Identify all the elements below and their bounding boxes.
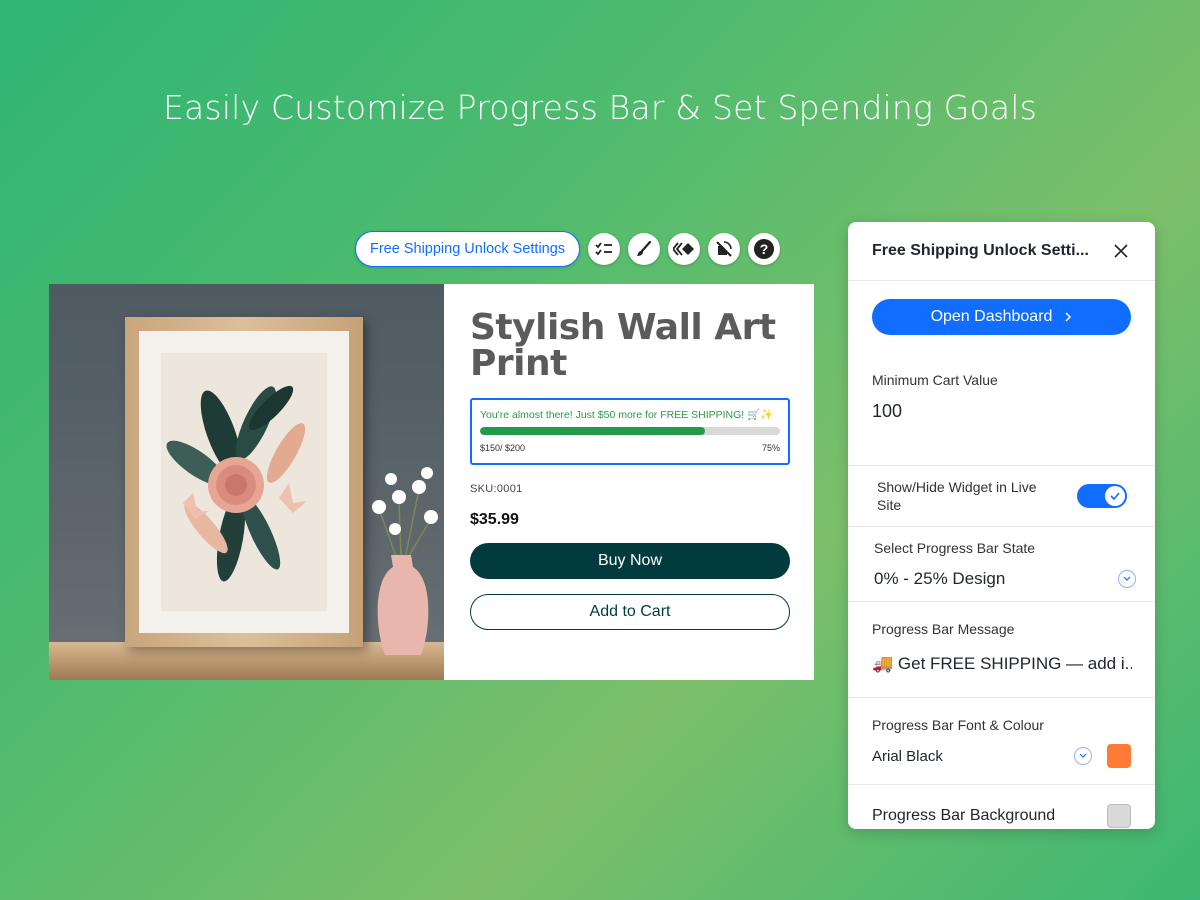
state-label: Select Progress Bar State (874, 540, 1036, 556)
open-dashboard-button[interactable]: Open Dashboard (872, 299, 1131, 335)
picture-frame (125, 317, 363, 647)
font-section: Progress Bar Font & Colour Arial Black (848, 698, 1155, 785)
no-signal-icon[interactable] (708, 233, 741, 265)
product-image (49, 284, 444, 680)
message-input[interactable]: 🚚 Get FREE SHIPPING — add i... (872, 654, 1132, 674)
show-hide-toggle[interactable] (1077, 484, 1127, 508)
progress-percent: 75% (761, 443, 780, 453)
show-hide-section: Show/Hide Widget in Live Site (848, 466, 1155, 527)
message-section: Progress Bar Message 🚚 Get FREE SHIPPING… (848, 602, 1155, 698)
shipping-progress-widget[interactable]: You're almost there! Just $50 more for F… (470, 398, 790, 465)
progress-amount: $150/ $200 (480, 443, 526, 453)
min-cart-label: Minimum Cart Value (872, 372, 998, 388)
widget-toolbar: Free Shipping Unlock Settings ? (355, 231, 781, 267)
message-label: Progress Bar Message (872, 621, 1015, 637)
product-price: $35.99 (470, 511, 519, 528)
progress-message: You're almost there! Just $50 more for F… (480, 409, 774, 421)
settings-panel: Free Shipping Unlock Setti... Open Dashb… (848, 222, 1155, 829)
background-section: Progress Bar Background (848, 785, 1155, 829)
state-section: Select Progress Bar State 0% - 25% Desig… (848, 527, 1155, 602)
close-icon[interactable] (1111, 241, 1131, 261)
progress-track (480, 427, 780, 435)
font-color-swatch[interactable] (1107, 744, 1131, 768)
animation-icon[interactable] (668, 233, 701, 265)
botanical-illustration (166, 385, 307, 582)
svg-text:?: ? (760, 241, 769, 257)
free-shipping-settings-button[interactable]: Free Shipping Unlock Settings (355, 231, 581, 267)
help-icon[interactable]: ? (748, 233, 781, 265)
progress-fill (480, 427, 705, 435)
chevron-down-icon[interactable] (1074, 747, 1092, 765)
flower-vase (372, 467, 438, 655)
panel-header: Free Shipping Unlock Setti... (848, 222, 1155, 281)
font-select[interactable]: Arial Black (872, 748, 943, 765)
background-label: Progress Bar Background (872, 807, 1056, 824)
add-to-cart-button[interactable]: Add to Cart (470, 594, 790, 630)
chevron-down-icon[interactable] (1118, 570, 1136, 588)
state-select[interactable]: 0% - 25% Design (874, 569, 1005, 589)
check-icon (1110, 492, 1120, 500)
dashboard-section: Open Dashboard Minimum Cart Value 100 (848, 299, 1155, 466)
panel-title: Free Shipping Unlock Setti... (872, 242, 1089, 259)
min-cart-input[interactable]: 100 (872, 401, 1131, 422)
brush-icon[interactable] (628, 233, 661, 265)
buy-now-button[interactable]: Buy Now (470, 543, 790, 579)
toggle-knob (1105, 486, 1125, 506)
background-color-swatch[interactable] (1107, 804, 1131, 828)
font-label: Progress Bar Font & Colour (872, 717, 1044, 733)
page-headline: Easily Customize Progress Bar & Set Spen… (162, 88, 1038, 127)
product-sku: SKU:0001 (470, 483, 523, 495)
chevron-right-icon (1065, 312, 1072, 322)
product-info: Stylish Wall Art Print You're almost the… (444, 284, 814, 680)
product-card: Stylish Wall Art Print You're almost the… (49, 284, 814, 680)
open-dashboard-label: Open Dashboard (930, 308, 1053, 325)
product-title: Stylish Wall Art Print (470, 307, 776, 384)
checklist-icon[interactable] (588, 233, 621, 265)
show-hide-label: Show/Hide Widget in Live Site (877, 479, 1037, 513)
